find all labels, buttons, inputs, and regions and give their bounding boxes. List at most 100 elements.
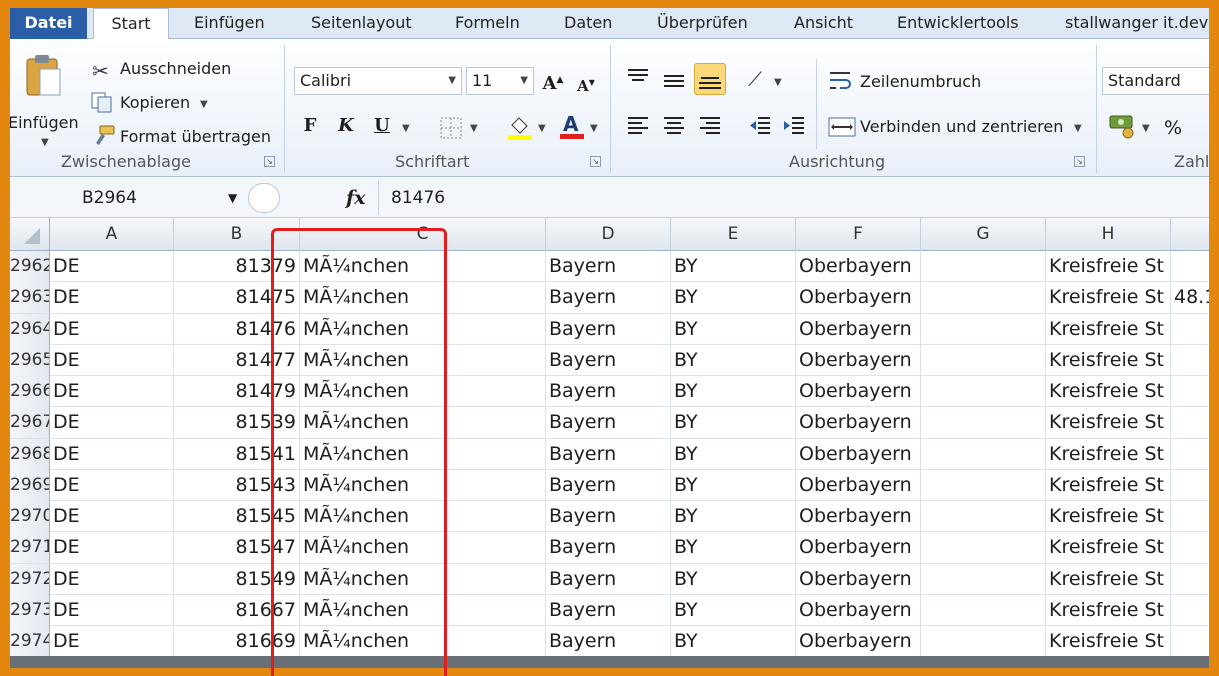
tab-formeln[interactable]: Formeln (455, 8, 520, 39)
cell-e[interactable]: BY (671, 407, 796, 439)
chevron-down-icon[interactable]: ▼ (228, 183, 237, 213)
row-header[interactable]: 2973 (10, 594, 50, 626)
chevron-down-icon[interactable]: ▼ (774, 77, 782, 88)
cell-e[interactable]: BY (671, 282, 796, 314)
cell-b[interactable]: 81541 (174, 438, 300, 470)
cell-b[interactable]: 81549 (174, 563, 300, 595)
tab-einfuegen[interactable]: Einfügen (194, 8, 265, 39)
cell-d[interactable]: Bayern (546, 407, 671, 439)
align-center-icon[interactable] (662, 115, 686, 141)
cell-i[interactable] (1171, 345, 1209, 376)
underline-button[interactable]: U (370, 113, 394, 141)
cell-a[interactable]: DE (50, 438, 174, 470)
cell-d[interactable]: Bayern (546, 626, 671, 656)
cell-g[interactable] (921, 344, 1046, 376)
cell-d[interactable]: Bayern (546, 532, 671, 564)
cell-f[interactable]: Oberbayern (796, 376, 921, 407)
cell-a[interactable]: DE (50, 313, 174, 345)
italic-button[interactable]: K (334, 113, 358, 141)
cell-h[interactable]: Kreisfreie St (1046, 376, 1171, 407)
column-header-c[interactable]: C (300, 218, 546, 251)
paste-button[interactable]: Einfügen ▼ (10, 47, 86, 148)
cell-c[interactable]: MÃ¼nchen (300, 563, 546, 595)
cell-f[interactable]: Oberbayern (796, 532, 921, 564)
cell-c[interactable]: MÃ¼nchen (300, 282, 546, 314)
cell-d[interactable]: Bayern (546, 438, 671, 470)
font-size-select[interactable]: 11 ▼ (466, 67, 534, 95)
cell-i[interactable] (1171, 501, 1209, 532)
cell-b[interactable]: 81477 (174, 344, 300, 376)
cell-h[interactable]: Kreisfreie St (1046, 594, 1171, 626)
dialog-launcher-icon[interactable]: ↘ (1074, 156, 1085, 167)
select-all-button[interactable] (10, 218, 50, 251)
dialog-launcher-icon[interactable]: ↘ (590, 156, 601, 167)
tab-account[interactable]: stallwanger it.dev (1065, 8, 1208, 39)
row-header[interactable]: 2965 (10, 344, 50, 376)
cell-f[interactable]: Oberbayern (796, 626, 921, 656)
merge-center-icon[interactable] (828, 115, 856, 143)
cell-b[interactable]: 81669 (174, 626, 300, 656)
cell-e[interactable]: BY (671, 438, 796, 470)
column-header-b[interactable]: B (174, 218, 300, 251)
cell-i[interactable]: 48.1 (1171, 282, 1209, 313)
cell-d[interactable]: Bayern (546, 501, 671, 532)
cell-f[interactable]: Oberbayern (796, 407, 921, 439)
grow-font-icon[interactable]: A▲ (540, 67, 566, 95)
column-header-h[interactable]: H (1046, 218, 1171, 251)
cell-g[interactable] (921, 282, 1046, 314)
cell-e[interactable]: BY (671, 251, 796, 282)
cell-f[interactable]: Oberbayern (796, 251, 921, 282)
scissors-icon[interactable]: ✂ (92, 59, 109, 83)
cell-c[interactable]: MÃ¼nchen (300, 344, 546, 376)
cell-d[interactable]: Bayern (546, 376, 671, 407)
row-header[interactable]: 2969 (10, 469, 50, 501)
cell-b[interactable]: 81475 (174, 282, 300, 314)
chevron-down-icon[interactable]: ▼ (470, 123, 478, 134)
chevron-down-icon[interactable]: ▼ (1142, 123, 1150, 134)
cell-c[interactable]: MÃ¼nchen (300, 594, 546, 626)
column-header-d[interactable]: D (546, 218, 671, 251)
borders-icon[interactable] (440, 117, 462, 143)
cell-e[interactable]: BY (671, 313, 796, 345)
dialog-launcher-icon[interactable]: ↘ (264, 156, 275, 167)
cell-g[interactable] (921, 313, 1046, 345)
tab-entwicklertools[interactable]: Entwicklertools (897, 8, 1019, 39)
row-header[interactable]: 2971 (10, 532, 50, 564)
cell-i[interactable] (1171, 626, 1209, 656)
cell-f[interactable]: Oberbayern (796, 313, 921, 345)
cell-h[interactable]: Kreisfreie St (1046, 344, 1171, 376)
cell-g[interactable] (921, 532, 1046, 564)
format-painter-icon[interactable] (90, 125, 116, 151)
number-format-select[interactable]: Standard (1102, 67, 1209, 95)
cell-b[interactable]: 81543 (174, 469, 300, 501)
cell-d[interactable]: Bayern (546, 594, 671, 626)
align-bottom-icon[interactable] (694, 63, 726, 95)
cell-c[interactable]: MÃ¼nchen (300, 313, 546, 345)
cell-i[interactable] (1171, 532, 1209, 563)
cell-g[interactable] (921, 626, 1046, 656)
cell-d[interactable]: Bayern (546, 251, 671, 282)
cell-i[interactable] (1171, 407, 1209, 438)
cell-a[interactable]: DE (50, 407, 174, 439)
cell-f[interactable]: Oberbayern (796, 469, 921, 501)
wrap-text-icon[interactable] (828, 69, 854, 97)
tab-ueberpruefen[interactable]: Überprüfen (657, 8, 748, 39)
cell-b[interactable]: 81379 (174, 251, 300, 282)
cell-a[interactable]: DE (50, 594, 174, 626)
chevron-down-icon[interactable]: ▼ (200, 99, 208, 110)
align-left-icon[interactable] (626, 115, 650, 141)
row-header[interactable]: 2966 (10, 376, 50, 407)
cell-c[interactable]: MÃ¼nchen (300, 407, 546, 439)
tab-file[interactable]: Datei (10, 8, 87, 39)
row-header[interactable]: 2964 (10, 313, 50, 345)
cell-h[interactable]: Kreisfreie St (1046, 313, 1171, 345)
cell-f[interactable]: Oberbayern (796, 563, 921, 595)
row-header[interactable]: 2970 (10, 501, 50, 532)
cell-b[interactable]: 81476 (174, 313, 300, 345)
cell-c[interactable]: MÃ¼nchen (300, 626, 546, 656)
formula-bar-resize-handle[interactable] (248, 183, 280, 213)
cell-i[interactable] (1171, 564, 1209, 595)
row-header[interactable]: 2968 (10, 438, 50, 470)
column-header-f[interactable]: F (796, 218, 921, 251)
cell-e[interactable]: BY (671, 626, 796, 656)
